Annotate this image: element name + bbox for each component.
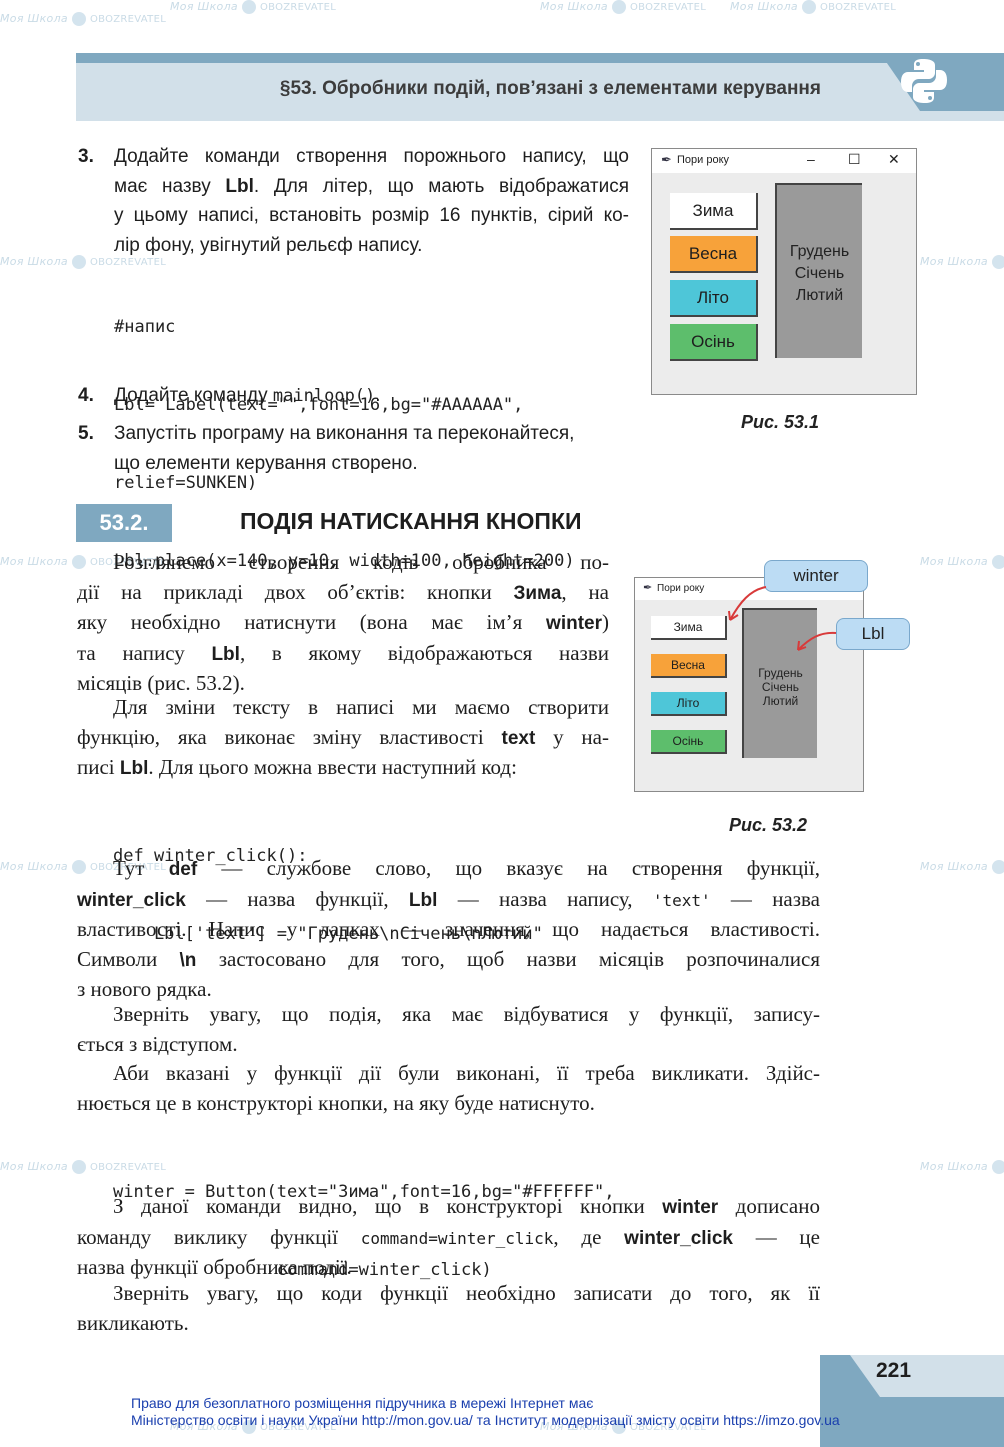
watermark: Моя Школа	[920, 255, 1004, 269]
figure-caption: Рис. 53.2	[729, 815, 808, 835]
watermark: Моя Школа OBOZREVATEL	[0, 12, 167, 26]
bold-term: winter	[662, 1197, 719, 1218]
code-line: #напис	[114, 317, 176, 337]
button-winter[interactable]: Зима	[670, 193, 758, 230]
watermark: Моя Школа	[920, 1160, 1004, 1174]
inline-code: command=winter_click	[360, 1228, 554, 1248]
paragraph: Тут def — службове слово, що вказує на с…	[77, 856, 821, 1001]
chapter-title: §53. Обробники подій, пов’язані з елемен…	[279, 78, 821, 99]
paragraph: Аби вказані у функції дії були виконані,…	[77, 1061, 820, 1115]
paragraph: Зверніть увагу, що коди функції необхідн…	[77, 1281, 820, 1335]
months-label: Грудень Січень Лютий	[775, 183, 862, 358]
inline-code: mainloop()	[272, 386, 376, 406]
copyright-note: Право для безоплатного розміщення підруч…	[131, 1395, 840, 1429]
python-logo-icon	[901, 59, 947, 103]
arrow-winter	[729, 586, 767, 621]
bold-term: text	[501, 727, 536, 749]
watermark: Моя Школа OBOZREVATEL	[540, 0, 707, 14]
step-text: Додайте команду	[114, 385, 273, 406]
step-text-line: у цьому написі, встановіть розмір 16 пун…	[114, 205, 629, 226]
watermark: Моя Школа	[920, 860, 1004, 874]
close-button[interactable]: ✕	[888, 151, 900, 168]
button-summer[interactable]: Літо	[651, 692, 727, 716]
feather-icon: ✒	[661, 152, 672, 167]
copyright-line: Право для безоплатного розміщення підруч…	[131, 1395, 594, 1411]
minimize-button[interactable]: –	[807, 151, 815, 167]
bold-term: Зима	[513, 582, 562, 604]
paragraph: Зверніть увагу, що подія, яка має відбув…	[77, 1002, 820, 1056]
watermark: Моя Школа OBOZREVATEL	[170, 0, 337, 14]
button-summer[interactable]: Літо	[670, 280, 758, 317]
step-number: 4.	[78, 385, 94, 406]
feather-icon: ✒	[643, 582, 653, 594]
bold-term: winter	[546, 613, 602, 634]
bold-term: Lbl	[408, 889, 438, 911]
window-title: Пори року	[657, 583, 705, 594]
maximize-button[interactable]: ☐	[848, 151, 861, 168]
bold-term: Lbl	[119, 758, 149, 779]
button-spring[interactable]: Весна	[670, 236, 758, 273]
step-text-line: має назву Lbl. Для літер, що мають відоб…	[114, 175, 629, 197]
step-text-line: лір фону, увігнутий рельєф напису.	[114, 234, 423, 256]
bold-term: \n	[179, 949, 197, 971]
bold-term: Lbl	[211, 643, 240, 665]
paragraph: Для зміни тексту в написі ми маємо створ…	[77, 695, 609, 779]
window-title: Пори року	[677, 154, 730, 166]
bold-term: winter_click	[77, 889, 186, 911]
window-titlebar: ✒ Пори року – ☐ ✕	[652, 149, 916, 173]
figure-caption: Рис. 53.1	[741, 412, 820, 432]
bold-term: def	[168, 859, 198, 880]
section-title: ПОДІЯ НАТИСКАННЯ КНОПКИ	[240, 508, 582, 534]
page-number: 221	[876, 1359, 912, 1382]
step-number: 5.	[78, 423, 94, 444]
inline-code: 'text'	[652, 890, 711, 910]
watermark: Моя Школа OBOZREVATEL	[730, 0, 897, 14]
callout-arrows	[728, 586, 837, 651]
section-number: 53.2.	[76, 504, 172, 542]
copyright-line: Міністерство освіти і науки України http…	[131, 1412, 840, 1428]
header-accent-line	[76, 53, 1004, 63]
step-text-line: що елементи керування створено.	[114, 452, 418, 474]
watermark: Моя Школа	[920, 555, 1004, 569]
bold-term: Lbl	[225, 175, 254, 197]
step-text-line: Додайте команди створення порожнього нап…	[114, 146, 629, 167]
button-autumn[interactable]: Осінь	[670, 324, 758, 361]
button-autumn[interactable]: Осінь	[651, 730, 727, 754]
figure-53-1-window: ✒ Пори року – ☐ ✕ Зима Весна Літо Осінь …	[651, 148, 917, 395]
paragraph: Розглянемо створення кодів обробника по-…	[77, 550, 609, 695]
step-number: 3.	[78, 146, 94, 167]
paragraph: З даної команди видно, що в конструкторі…	[77, 1194, 820, 1279]
step-text-line: Запустіть програму на виконання та перек…	[114, 423, 575, 444]
bold-term: winter_click	[624, 1227, 733, 1249]
